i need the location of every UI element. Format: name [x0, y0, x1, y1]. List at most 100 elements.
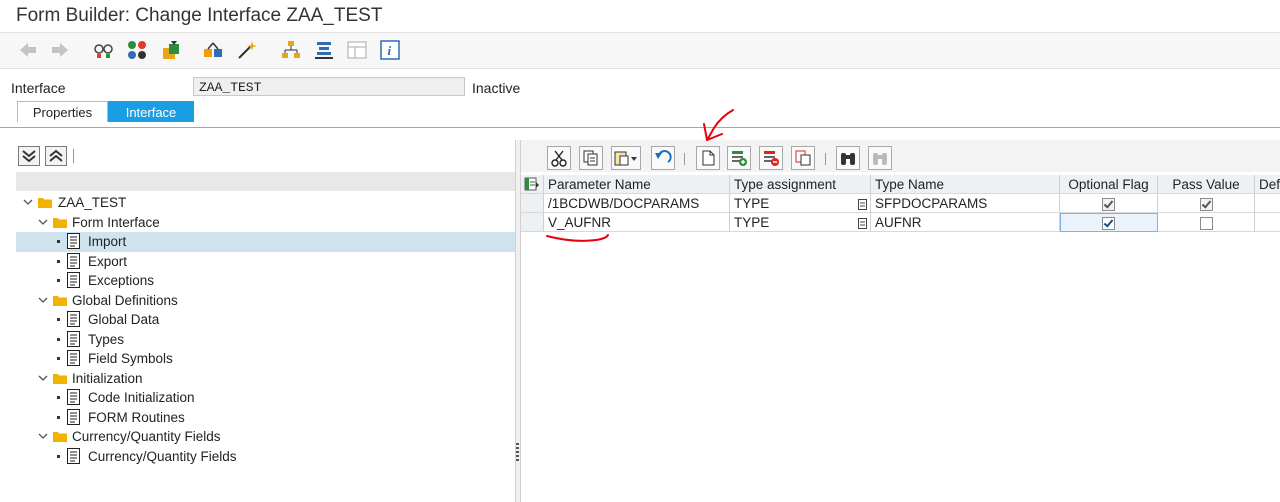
- tree-node-label: Field Symbols: [88, 351, 173, 366]
- tree-node-global-data[interactable]: Global Data: [16, 310, 516, 330]
- paste-icon[interactable]: [611, 146, 641, 170]
- collapse-arrow-icon[interactable]: [38, 373, 48, 383]
- cell-pass-value[interactable]: [1158, 213, 1255, 232]
- document-icon: [67, 389, 80, 405]
- tree-node-export[interactable]: Export: [16, 252, 516, 272]
- pass-value-checkbox[interactable]: [1199, 216, 1213, 230]
- check-icon[interactable]: [201, 38, 225, 62]
- bullet-icon: [57, 337, 60, 341]
- row-selector-header[interactable]: [521, 175, 544, 194]
- toolbar-separator: [73, 149, 74, 163]
- collapse-arrow-icon[interactable]: [23, 197, 33, 207]
- document-icon: [67, 330, 80, 347]
- tree-node-label: Import: [88, 234, 127, 249]
- expand-all-button[interactable]: [18, 146, 40, 166]
- tree-node-code-initialization[interactable]: Code Initialization: [16, 388, 516, 408]
- document-icon: [67, 272, 80, 288]
- collapse-arrow-icon[interactable]: [38, 217, 48, 227]
- tree-node-types[interactable]: Types: [16, 330, 516, 350]
- cell-type-assignment[interactable]: TYPE: [730, 194, 871, 213]
- navigation-tree-pane: ZAA_TEST Form Interface Import Export Ex…: [16, 140, 516, 502]
- cell-optional-flag[interactable]: [1060, 213, 1158, 232]
- column-header-type-name[interactable]: Type Name: [871, 175, 1060, 194]
- tree-node-initialization[interactable]: Initialization: [16, 369, 516, 389]
- test-icon[interactable]: [235, 38, 259, 62]
- tree-node-root[interactable]: ZAA_TEST: [16, 193, 516, 213]
- tree-node-global-definitions[interactable]: Global Definitions: [16, 291, 516, 311]
- value-help-icon[interactable]: [858, 218, 867, 229]
- optional-flag-checkbox[interactable]: [1102, 197, 1115, 211]
- column-header-default[interactable]: Defa: [1255, 175, 1280, 194]
- application-toolbar: i: [0, 33, 1280, 69]
- layout-icon[interactable]: [312, 38, 336, 62]
- splitter-grip-icon[interactable]: [516, 443, 519, 461]
- toolbar-separator: [684, 153, 685, 165]
- cell-default[interactable]: [1255, 213, 1280, 232]
- forward-icon[interactable]: [48, 38, 72, 62]
- table-toolbar: [521, 140, 1280, 172]
- collapse-arrow-icon[interactable]: [38, 295, 48, 305]
- document-icon: [67, 233, 80, 249]
- collapse-arrow-icon[interactable]: [38, 431, 48, 441]
- document-icon: [67, 311, 80, 327]
- info-icon[interactable]: i: [378, 38, 402, 62]
- cell-optional-flag[interactable]: [1060, 194, 1158, 213]
- display-change-icon[interactable]: [125, 38, 149, 62]
- other-object-icon[interactable]: [92, 38, 116, 62]
- column-header-type-assignment[interactable]: Type assignment: [730, 175, 871, 194]
- tree-node-currency-quantity-fields[interactable]: Currency/Quantity Fields: [16, 447, 516, 467]
- tree-node-exceptions[interactable]: Exceptions: [16, 271, 516, 291]
- tree-node-import[interactable]: Import: [16, 232, 516, 252]
- pass-value-checkbox[interactable]: [1199, 197, 1213, 211]
- cell-type-assignment-value: TYPE: [734, 196, 770, 211]
- insert-row-icon[interactable]: [727, 146, 751, 170]
- bullet-icon: [57, 396, 60, 399]
- tab-properties[interactable]: Properties: [17, 101, 108, 122]
- cell-parameter-name[interactable]: /1BCDWB/DOCPARAMS: [544, 194, 730, 213]
- folder-icon: [53, 432, 67, 442]
- hierarchy-icon[interactable]: [279, 38, 303, 62]
- form-icon[interactable]: [345, 38, 369, 62]
- tree-node-form-interface[interactable]: Form Interface: [16, 213, 516, 233]
- tree-node-label: Exceptions: [88, 273, 155, 288]
- svg-text:i: i: [388, 43, 392, 58]
- title-bar: Form Builder: Change Interface ZAA_TEST: [0, 0, 1280, 33]
- cell-default[interactable]: [1255, 194, 1280, 213]
- undo-icon[interactable]: [651, 146, 675, 170]
- tree-node-label: Types: [88, 331, 125, 347]
- column-header-pass-value[interactable]: Pass Value: [1158, 175, 1255, 194]
- tree-header: [16, 172, 516, 191]
- parameter-table-pane: Parameter Name Type assignment Type Name…: [521, 140, 1280, 502]
- collapse-all-button[interactable]: [45, 146, 67, 166]
- value-help-icon[interactable]: [858, 199, 867, 210]
- optional-flag-checkbox[interactable]: [1102, 216, 1115, 230]
- table-settings-icon[interactable]: [524, 176, 540, 192]
- tree-node-currency-quantity-folder[interactable]: Currency/Quantity Fields: [16, 427, 516, 447]
- delete-row-icon[interactable]: [759, 146, 783, 170]
- cell-parameter-name[interactable]: V_AUFNR: [544, 213, 730, 232]
- new-row-icon[interactable]: [696, 146, 720, 170]
- tree-node-form-routines[interactable]: FORM Routines: [16, 408, 516, 428]
- tab-interface[interactable]: Interface: [108, 101, 194, 122]
- bullet-icon: [57, 415, 60, 419]
- cell-type-assignment[interactable]: TYPE: [730, 213, 871, 232]
- back-icon[interactable]: [16, 38, 40, 62]
- row-selector[interactable]: [521, 194, 544, 213]
- interface-name-field[interactable]: ZAA_TEST: [193, 77, 465, 96]
- find-icon[interactable]: [836, 146, 860, 170]
- duplicate-row-icon[interactable]: [791, 146, 815, 170]
- copy-icon[interactable]: [579, 146, 603, 170]
- find-next-icon[interactable]: [868, 146, 892, 170]
- column-header-optional-flag[interactable]: Optional Flag: [1060, 175, 1158, 194]
- cell-type-name[interactable]: SFPDOCPARAMS: [871, 194, 1060, 213]
- cut-icon[interactable]: [547, 146, 571, 170]
- toolbar-separator: [825, 153, 826, 165]
- cell-type-name[interactable]: AUFNR: [871, 213, 1060, 232]
- cell-pass-value[interactable]: [1158, 194, 1255, 213]
- row-selector[interactable]: [521, 213, 544, 232]
- column-header-parameter-name[interactable]: Parameter Name: [544, 175, 730, 194]
- activate-icon[interactable]: [159, 38, 183, 62]
- annotation-arrow: [706, 109, 734, 141]
- tree-node-field-symbols[interactable]: Field Symbols: [16, 349, 516, 369]
- document-icon: [67, 252, 80, 269]
